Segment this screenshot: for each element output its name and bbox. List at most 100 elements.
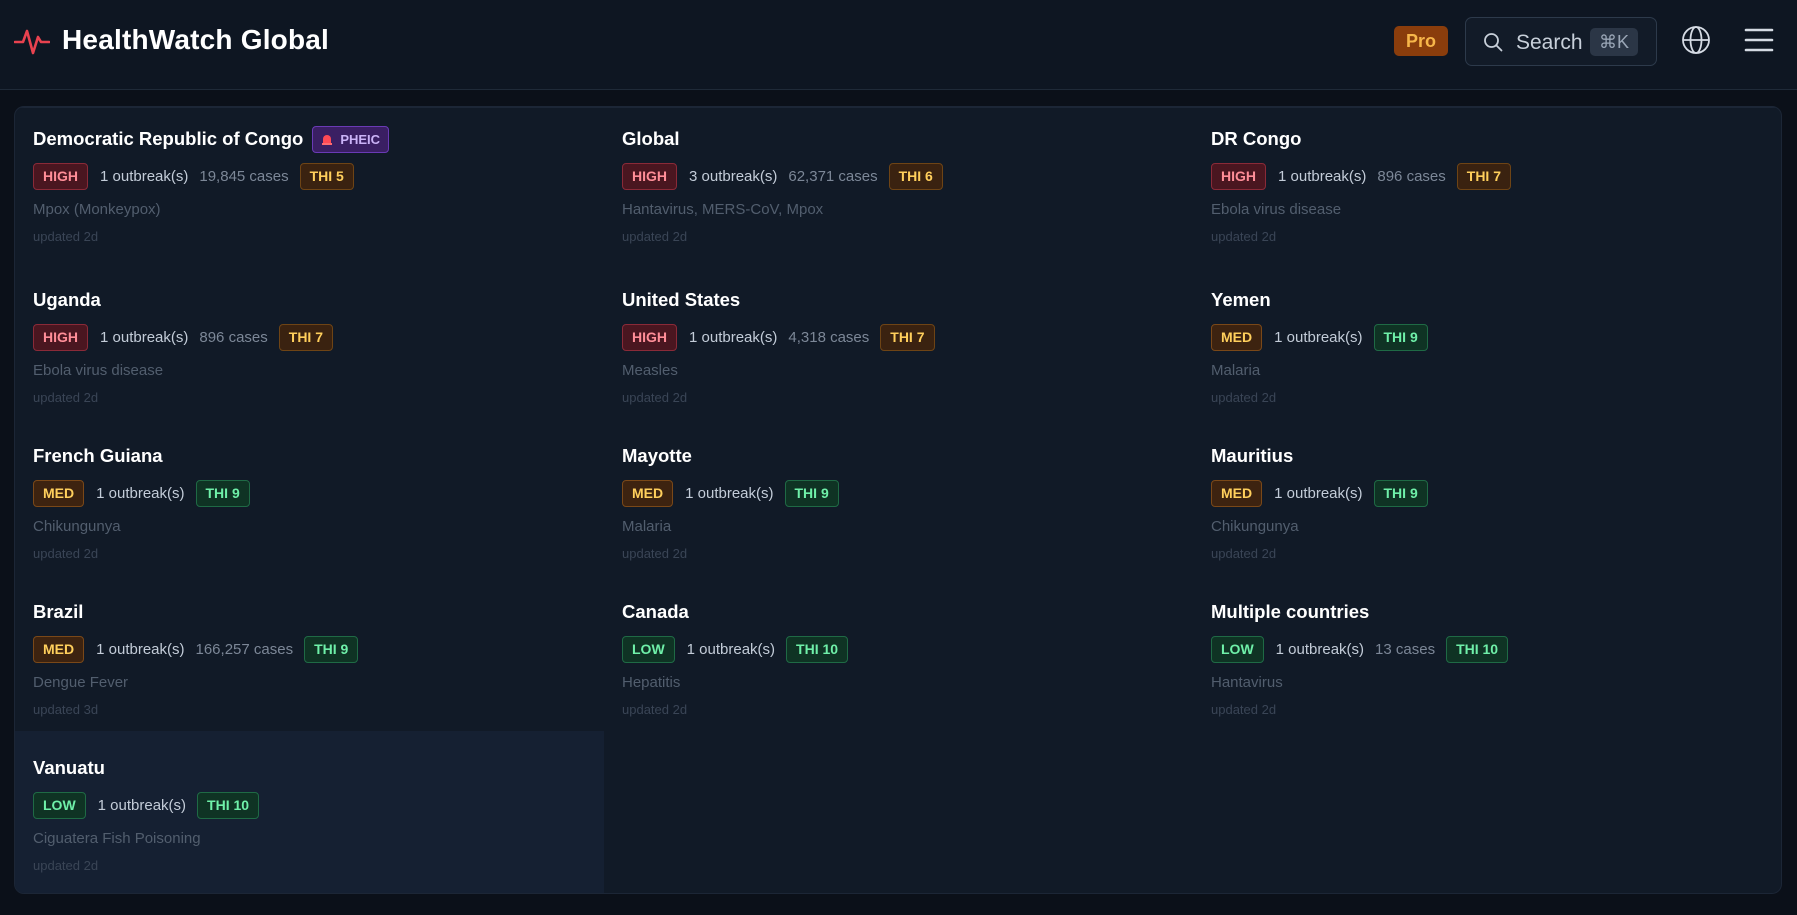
country-name: Canada	[622, 601, 689, 622]
country-name: Mayotte	[622, 445, 692, 466]
outbreak-meta: MED 1 outbreak(s) THI 9	[1211, 479, 1781, 508]
severity-badge: LOW	[33, 792, 86, 819]
country-row: Yemen	[1211, 286, 1781, 314]
thi-badge: THI 7	[880, 324, 935, 351]
thi-badge: THI 10	[197, 792, 260, 819]
disease-name: Chikungunya	[1211, 518, 1299, 535]
disease-name: Chikungunya	[33, 518, 121, 535]
heartbeat-pulse-icon	[14, 29, 50, 55]
updated-timestamp: updated 2d	[1211, 546, 1277, 561]
outbreak-meta: HIGH 3 outbreak(s) 62,371 cases THI 6	[622, 162, 1193, 191]
case-count: 4,318 cases	[788, 329, 870, 346]
severity-badge: HIGH	[33, 324, 88, 351]
outbreak-meta: HIGH 1 outbreak(s) 4,318 cases THI 7	[622, 323, 1193, 352]
search-button[interactable]: Search ⌘K	[1465, 17, 1657, 66]
country-row: Multiple countries	[1211, 598, 1781, 626]
pro-badge[interactable]: Pro	[1394, 26, 1448, 56]
outbreak-meta: MED 1 outbreak(s) THI 9	[33, 479, 604, 508]
country-name: Democratic Republic of Congo	[33, 128, 304, 149]
outbreak-meta: HIGH 1 outbreak(s) 896 cases THI 7	[1211, 162, 1781, 191]
outbreak-card[interactable]: Vanuatu LOW 1 outbreak(s) THI 10 Ciguatera F…	[15, 731, 604, 893]
outbreak-count: 1 outbreak(s)	[686, 641, 776, 658]
severity-badge: MED	[33, 636, 85, 663]
outbreak-count: 1 outbreak(s)	[1275, 641, 1365, 658]
country-name: Vanuatu	[33, 757, 105, 778]
outbreak-meta: MED 1 outbreak(s) THI 9	[1211, 323, 1781, 352]
thi-badge: THI 6	[888, 163, 943, 190]
case-count: 166,257 cases	[195, 641, 294, 658]
hamburger-menu-icon[interactable]	[1744, 26, 1774, 54]
severity-badge: HIGH	[622, 324, 677, 351]
case-count: 19,845 cases	[199, 168, 289, 185]
outbreak-count: 1 outbreak(s)	[96, 485, 185, 502]
country-row: Global	[622, 125, 1193, 153]
updated-timestamp: updated 2d	[33, 858, 99, 873]
search-label: Search	[1516, 31, 1583, 54]
updated-timestamp: updated 2d	[622, 390, 688, 405]
outbreak-meta: LOW 1 outbreak(s) 13 cases THI 10	[1211, 635, 1781, 664]
outbreak-count: 1 outbreak(s)	[1274, 329, 1363, 346]
globe-icon[interactable]	[1681, 25, 1711, 55]
case-count: 896 cases	[199, 329, 268, 346]
updated-timestamp: updated 2d	[622, 229, 688, 244]
outbreak-card[interactable]: DR Congo HIGH 1 outbreak(s) 896 cases THI 7 E…	[1193, 107, 1781, 257]
search-shortcut-badge: ⌘K	[1590, 28, 1638, 56]
severity-badge: HIGH	[1211, 163, 1266, 190]
thi-badge: THI 10	[786, 636, 849, 663]
thi-badge: THI 9	[784, 480, 839, 507]
outbreak-card[interactable]: Mauritius MED 1 outbreak(s) THI 9 Chikunguny…	[1193, 419, 1781, 575]
outbreak-meta: LOW 1 outbreak(s) THI 10	[622, 635, 1193, 664]
outbreak-count: 3 outbreak(s)	[689, 168, 778, 185]
outbreak-count: 1 outbreak(s)	[96, 641, 185, 658]
updated-timestamp: updated 2d	[622, 702, 688, 717]
updated-timestamp: updated 2d	[1211, 702, 1277, 717]
updated-timestamp: updated 2d	[33, 546, 99, 561]
thi-badge: THI 9	[1373, 324, 1428, 351]
outbreak-meta: LOW 1 outbreak(s) THI 10	[33, 791, 604, 820]
updated-timestamp: updated 2d	[622, 546, 688, 561]
app-title[interactable]: HealthWatch Global	[62, 24, 329, 56]
thi-badge: THI 9	[304, 636, 359, 663]
country-name: Brazil	[33, 601, 84, 622]
severity-badge: HIGH	[33, 163, 88, 190]
disease-name: Hantavirus, MERS-CoV, Mpox	[622, 201, 824, 218]
outbreak-card[interactable]: Multiple countries LOW 1 outbreak(s) 13 cas…	[1193, 575, 1781, 731]
disease-name: Malaria	[1211, 362, 1261, 379]
country-row: United States	[622, 286, 1193, 314]
updated-timestamp: updated 3d	[33, 702, 99, 717]
outbreak-card[interactable]: Yemen MED 1 outbreak(s) THI 9 Malaria updated…	[1193, 263, 1781, 419]
pheic-badge[interactable]: PHEIC	[312, 125, 390, 153]
country-name: Mauritius	[1211, 445, 1294, 466]
outbreak-card[interactable]: Mayotte MED 1 outbreak(s) THI 9 Malaria updat…	[604, 419, 1193, 575]
top-header: HealthWatch Global Pro Search ⌘K	[0, 0, 1797, 90]
disease-name: Hepatitis	[622, 674, 681, 691]
outbreak-card[interactable]: Uganda HIGH 1 outbreak(s) 896 cases THI 7 Ebo…	[15, 263, 604, 419]
outbreak-card[interactable]: Canada LOW 1 outbreak(s) THI 10 Hepatitis upd…	[604, 575, 1193, 731]
severity-badge: MED	[1211, 480, 1263, 507]
outbreak-count: 1 outbreak(s)	[685, 485, 774, 502]
disease-name: Malaria	[622, 518, 672, 535]
disease-name: Measles	[622, 362, 678, 379]
outbreak-count: 1 outbreak(s)	[97, 797, 187, 814]
outbreak-card[interactable]: Global HIGH 3 outbreak(s) 62,371 cases THI 6…	[604, 107, 1193, 257]
outbreak-card[interactable]: United States HIGH 1 outbreak(s) 4,318 case…	[604, 263, 1193, 419]
outbreak-card[interactable]: French Guiana MED 1 outbreak(s) THI 9 Chikun…	[15, 419, 604, 575]
updated-timestamp: updated 2d	[1211, 229, 1277, 244]
disease-name: Dengue Fever	[33, 674, 129, 691]
severity-badge: LOW	[1211, 636, 1264, 663]
outbreak-card[interactable]: Brazil MED 1 outbreak(s) 166,257 cases THI 9…	[15, 575, 604, 731]
disease-name: Hantavirus	[1211, 674, 1283, 691]
outbreak-meta: HIGH 1 outbreak(s) 896 cases THI 7	[33, 323, 604, 352]
thi-badge: THI 7	[278, 324, 333, 351]
outbreak-meta: MED 1 outbreak(s) 166,257 cases THI 9	[33, 635, 604, 664]
thi-badge: THI 9	[1373, 480, 1428, 507]
country-row: Vanuatu	[33, 754, 604, 782]
outbreak-card[interactable]: Democratic Republic of Congo PHEIC HIGH 1 o…	[15, 107, 604, 257]
severity-badge: MED	[622, 480, 674, 507]
country-name: United States	[622, 289, 741, 310]
severity-badge: HIGH	[622, 163, 677, 190]
country-row: French Guiana	[33, 442, 604, 470]
disease-name: Ebola virus disease	[1211, 201, 1342, 218]
alarm-siren-icon	[322, 135, 333, 145]
case-count: 13 cases	[1375, 641, 1436, 658]
